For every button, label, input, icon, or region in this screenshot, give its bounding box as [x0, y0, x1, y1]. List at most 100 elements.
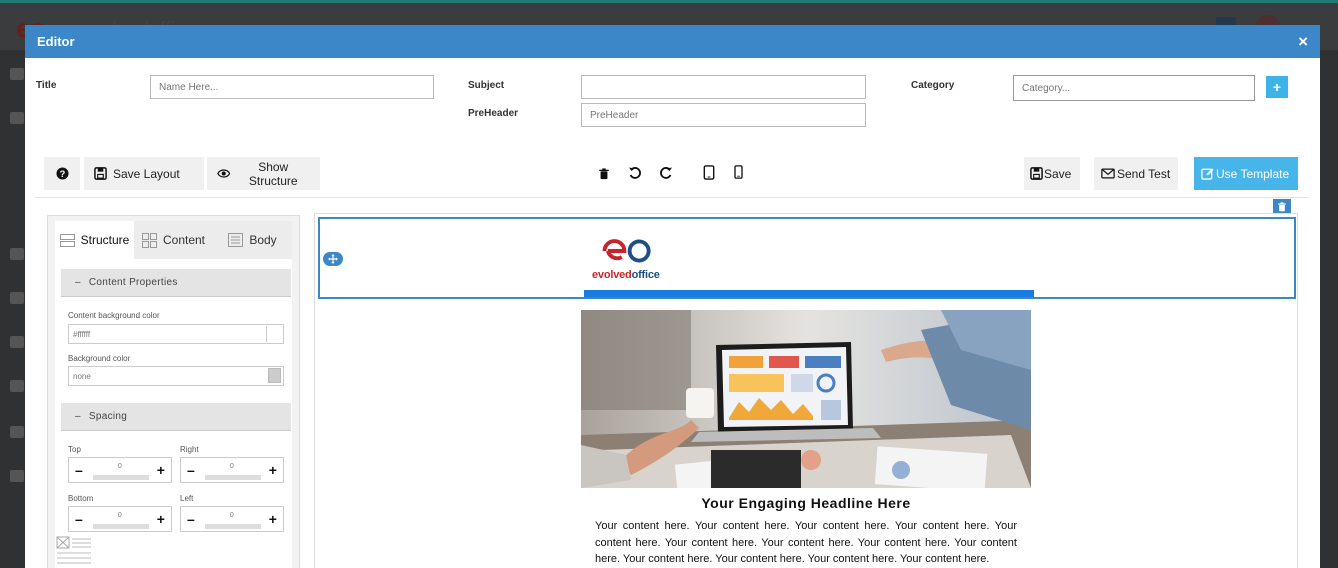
structure-icon — [59, 233, 75, 247]
subject-input[interactable] — [581, 75, 866, 99]
content-grid-icon — [141, 232, 157, 248]
content-bg-value: #ffffff — [73, 329, 91, 339]
spacing-left-stepper[interactable]: – 0 + — [180, 506, 284, 532]
save-label: Save — [1044, 166, 1072, 181]
undo-icon[interactable] — [627, 165, 643, 181]
stepper-slider[interactable] — [93, 475, 149, 480]
increment-button[interactable]: + — [157, 463, 165, 477]
modal-header: Editor × — [25, 25, 1320, 58]
category-label: Category — [911, 80, 955, 91]
hero-image[interactable] — [581, 310, 1031, 488]
subject-label: Subject — [468, 80, 505, 91]
spacing-right-label: Right — [180, 445, 199, 454]
spacing-title: Spacing — [88, 411, 128, 422]
redo-icon[interactable] — [658, 165, 674, 181]
edit-icon — [1201, 168, 1214, 180]
panel-tabs: Structure Content Body — [55, 221, 292, 259]
background-sidebar-icon — [10, 380, 24, 392]
preheader-label: PreHeader — [468, 108, 519, 119]
trash-icon[interactable] — [596, 166, 612, 182]
title-label: Title — [36, 80, 57, 91]
background-sidebar-icon — [10, 336, 24, 348]
background-sidebar-icon — [10, 426, 24, 438]
floppy-icon — [1030, 167, 1043, 180]
tab-content[interactable]: Content — [134, 221, 213, 259]
save-layout-label: Save Layout — [113, 166, 180, 181]
background-sidebar-icon — [10, 248, 24, 260]
spacing-right-stepper[interactable]: – 0 + — [180, 457, 284, 483]
preheader-input[interactable] — [581, 103, 866, 127]
spacing-bottom-value[interactable]: 0 — [118, 512, 122, 519]
background-sidebar-icon — [10, 470, 24, 482]
increment-button[interactable]: + — [157, 512, 165, 526]
logo-office-text: office — [631, 269, 660, 281]
content-properties-title: Content Properties — [88, 277, 178, 288]
content-bg-swatch[interactable] — [266, 326, 282, 342]
content-bg-label: Content background color — [68, 311, 160, 320]
spacing-left-value[interactable]: 0 — [230, 512, 234, 519]
close-button[interactable]: × — [1298, 33, 1308, 50]
title-input[interactable] — [150, 75, 434, 99]
email-body-text[interactable]: Your content here. Your content here. Yo… — [595, 518, 1017, 568]
tab-content-label: Content — [162, 233, 206, 247]
tablet-view-icon[interactable] — [701, 164, 717, 180]
decrement-button[interactable]: – — [75, 463, 83, 477]
trash-icon — [1278, 202, 1286, 212]
increment-button[interactable]: + — [269, 463, 277, 477]
send-test-label: Send Test — [1117, 166, 1171, 181]
stepper-slider[interactable] — [93, 524, 149, 529]
tab-structure-label: Structure — [80, 233, 130, 247]
spacing-right-value[interactable]: 0 — [230, 463, 234, 470]
save-button[interactable]: Save — [1024, 157, 1080, 190]
logo-evolved-text: evolved — [592, 269, 632, 281]
spacing-top-label: Top — [68, 445, 81, 454]
use-template-button[interactable]: Use Template — [1194, 157, 1298, 190]
logo-wordmark: evolvedoffice — [592, 269, 660, 281]
help-button[interactable]: ? — [44, 157, 80, 190]
use-template-label: Use Template — [1216, 166, 1290, 181]
bg-color-swatch[interactable] — [268, 368, 281, 383]
tab-structure[interactable]: Structure — [55, 221, 134, 259]
show-structure-button[interactable]: Show Structure — [207, 157, 320, 190]
bg-color-value: none — [73, 371, 91, 381]
editor-modal: Editor × Title Subject PreHeader Categor… — [25, 25, 1320, 568]
category-input[interactable] — [1013, 75, 1255, 101]
email-headline[interactable]: Your Engaging Headline Here — [581, 495, 1031, 511]
background-sidebar-icon — [10, 68, 24, 80]
email-logo[interactable]: evolvedoffice — [590, 237, 680, 281]
spacing-top-stepper[interactable]: – 0 + — [68, 457, 172, 483]
svg-text:?: ? — [59, 169, 65, 179]
add-category-button[interactable]: + — [1266, 76, 1288, 98]
mobile-view-icon[interactable] — [730, 164, 746, 180]
email-header-row[interactable]: evolvedoffice — [318, 217, 1296, 299]
stepper-slider[interactable] — [205, 524, 261, 529]
tab-body[interactable]: Body — [213, 221, 292, 259]
bg-color-input[interactable]: none — [68, 366, 284, 386]
content-bg-input[interactable]: #ffffff — [68, 324, 284, 344]
stepper-slider[interactable] — [205, 475, 261, 480]
envelope-icon — [1101, 168, 1115, 179]
background-sidebar-icon — [10, 112, 24, 124]
toolbar-divider — [35, 197, 1308, 198]
spacing-bottom-stepper[interactable]: – 0 + — [68, 506, 172, 532]
increment-button[interactable]: + — [269, 512, 277, 526]
email-canvas: evolvedoffice Your Engaging Headline Her… — [314, 213, 1298, 568]
header-divider-bar — [584, 290, 1034, 297]
send-test-button[interactable]: Send Test — [1094, 157, 1178, 190]
collapse-icon: – — [75, 411, 81, 422]
spacing-header[interactable]: – Spacing — [61, 403, 291, 431]
image-block-thumbnail-icon[interactable] — [56, 536, 92, 568]
hero-image-illustration — [581, 310, 1031, 488]
move-handle-icon[interactable] — [323, 252, 343, 266]
content-properties-header[interactable]: – Content Properties — [61, 269, 291, 297]
spacing-top-value[interactable]: 0 — [118, 463, 122, 470]
help-icon: ? — [55, 167, 69, 180]
spacing-left-label: Left — [180, 494, 194, 503]
decrement-button[interactable]: – — [75, 512, 83, 526]
spacing-bottom-label: Bottom — [68, 494, 94, 503]
save-layout-button[interactable]: Save Layout — [84, 157, 204, 190]
decrement-button[interactable]: – — [187, 463, 195, 477]
evolvedoffice-logo-icon — [602, 239, 651, 263]
bg-color-label: Background color — [68, 354, 131, 363]
decrement-button[interactable]: – — [187, 512, 195, 526]
